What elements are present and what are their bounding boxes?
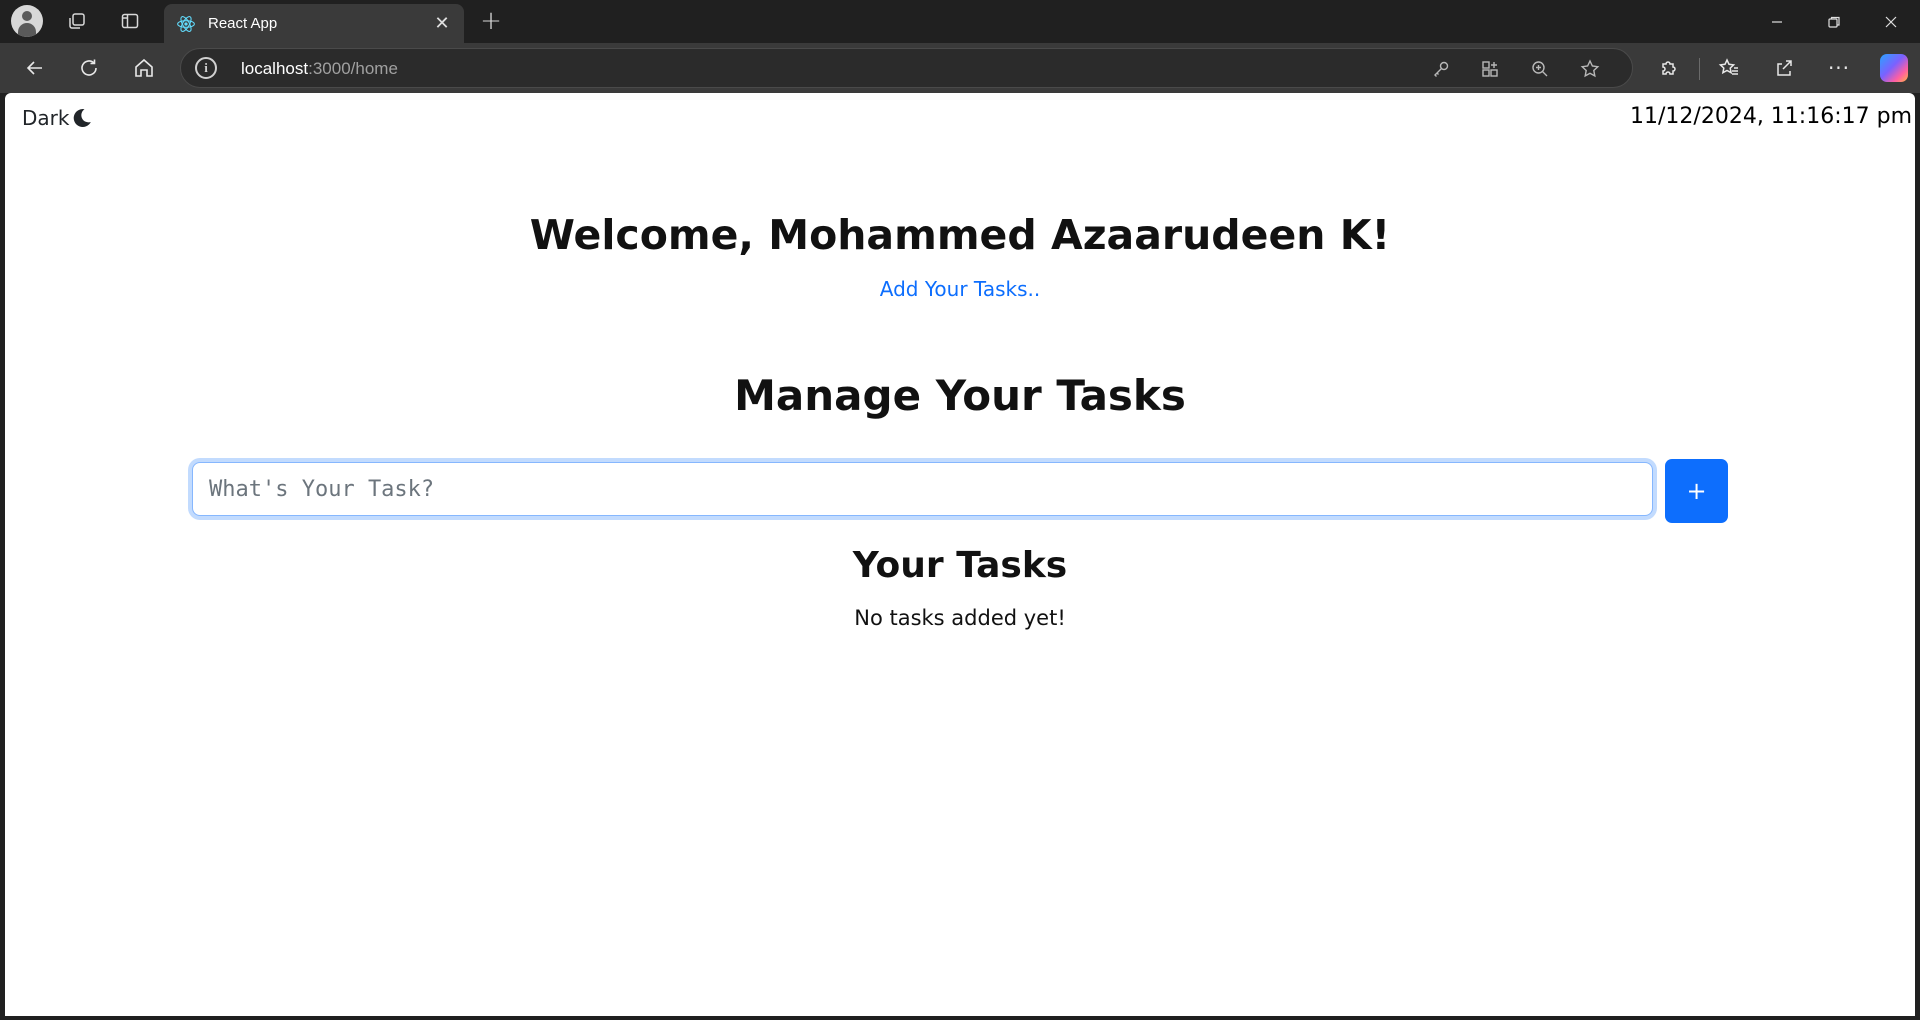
browser-toolbar: i localhost:3000/home ··· [0, 43, 1920, 93]
window-close-icon[interactable] [1863, 0, 1919, 43]
browser-tab-active[interactable]: React App ✕ [164, 4, 464, 43]
minimize-icon[interactable] [1749, 0, 1805, 43]
browser-tabstrip: React App ✕ + [0, 0, 1920, 43]
more-icon[interactable]: ··· [1822, 51, 1856, 85]
vertical-tabs-icon[interactable] [113, 4, 147, 38]
site-info-icon[interactable]: i [195, 57, 217, 79]
address-bar[interactable]: i localhost:3000/home [180, 48, 1633, 88]
your-tasks-heading: Your Tasks [852, 545, 1068, 586]
refresh-icon[interactable] [72, 51, 106, 85]
restore-icon[interactable] [1806, 0, 1862, 43]
add-tasks-link[interactable]: Add Your Tasks.. [5, 277, 1915, 301]
home-icon[interactable] [127, 51, 161, 85]
manage-tasks-heading: Manage Your Tasks [734, 371, 1186, 420]
dark-mode-toggle[interactable]: Dark [22, 106, 94, 130]
add-task-button[interactable]: + [1665, 459, 1728, 523]
moon-icon [74, 109, 92, 128]
react-favicon [177, 15, 195, 32]
current-datetime: 11/12/2024, 11:16:17 pm [1630, 104, 1912, 129]
new-tab-icon[interactable]: + [474, 4, 508, 38]
apps-icon[interactable] [1475, 54, 1505, 84]
toolbar-separator [1699, 58, 1700, 80]
copilot-icon[interactable] [1880, 54, 1908, 82]
zoom-icon[interactable] [1525, 54, 1555, 84]
favorites-icon[interactable] [1712, 51, 1746, 85]
task-input[interactable] [192, 462, 1653, 516]
workspaces-icon[interactable] [60, 4, 94, 38]
welcome-heading: Welcome, Mohammed Azaarudeen K! [529, 211, 1391, 259]
dark-mode-label: Dark [22, 106, 70, 130]
key-icon[interactable] [1426, 54, 1456, 84]
tab-title: React App [208, 15, 278, 32]
page-viewport: Dark 11/12/2024, 11:16:17 pm Welcome, Mo… [5, 93, 1915, 1016]
profile-icon[interactable] [10, 4, 44, 38]
share-icon[interactable] [1767, 51, 1801, 85]
close-icon[interactable]: ✕ [432, 13, 452, 34]
favorite-star-icon[interactable] [1575, 54, 1605, 84]
extensions-icon[interactable] [1652, 51, 1686, 85]
empty-tasks-message: No tasks added yet! [854, 606, 1066, 630]
back-icon[interactable] [18, 51, 52, 85]
address-url[interactable]: localhost:3000/home [241, 59, 398, 79]
